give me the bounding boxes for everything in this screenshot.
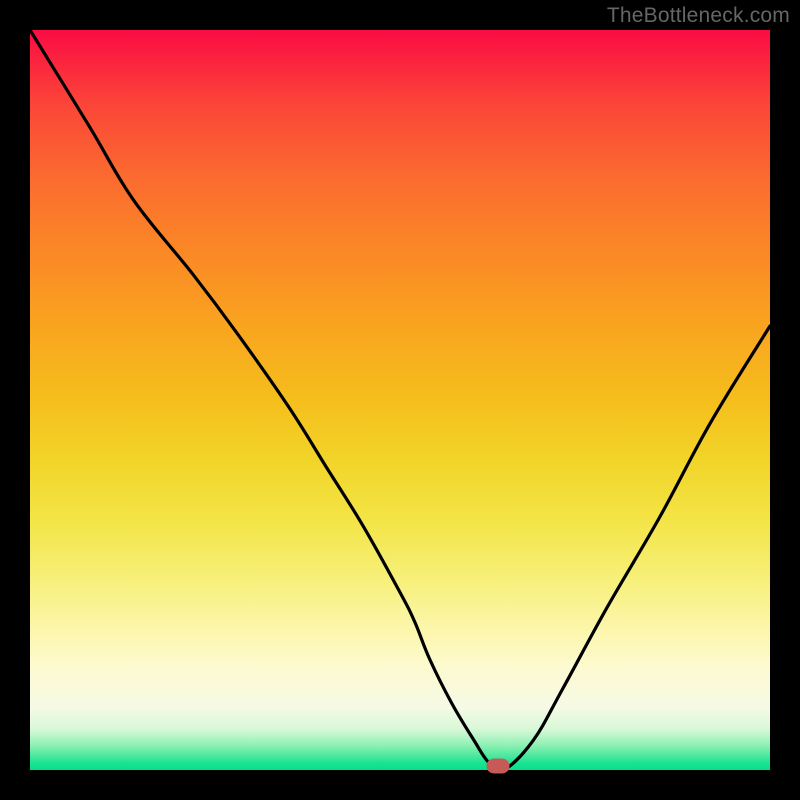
curve-path (30, 30, 770, 771)
bottleneck-curve (30, 30, 770, 770)
watermark-text: TheBottleneck.com (607, 4, 790, 28)
optimal-point-marker (487, 759, 510, 774)
chart-frame: TheBottleneck.com (0, 0, 800, 800)
gradient-plot-area (30, 30, 770, 770)
